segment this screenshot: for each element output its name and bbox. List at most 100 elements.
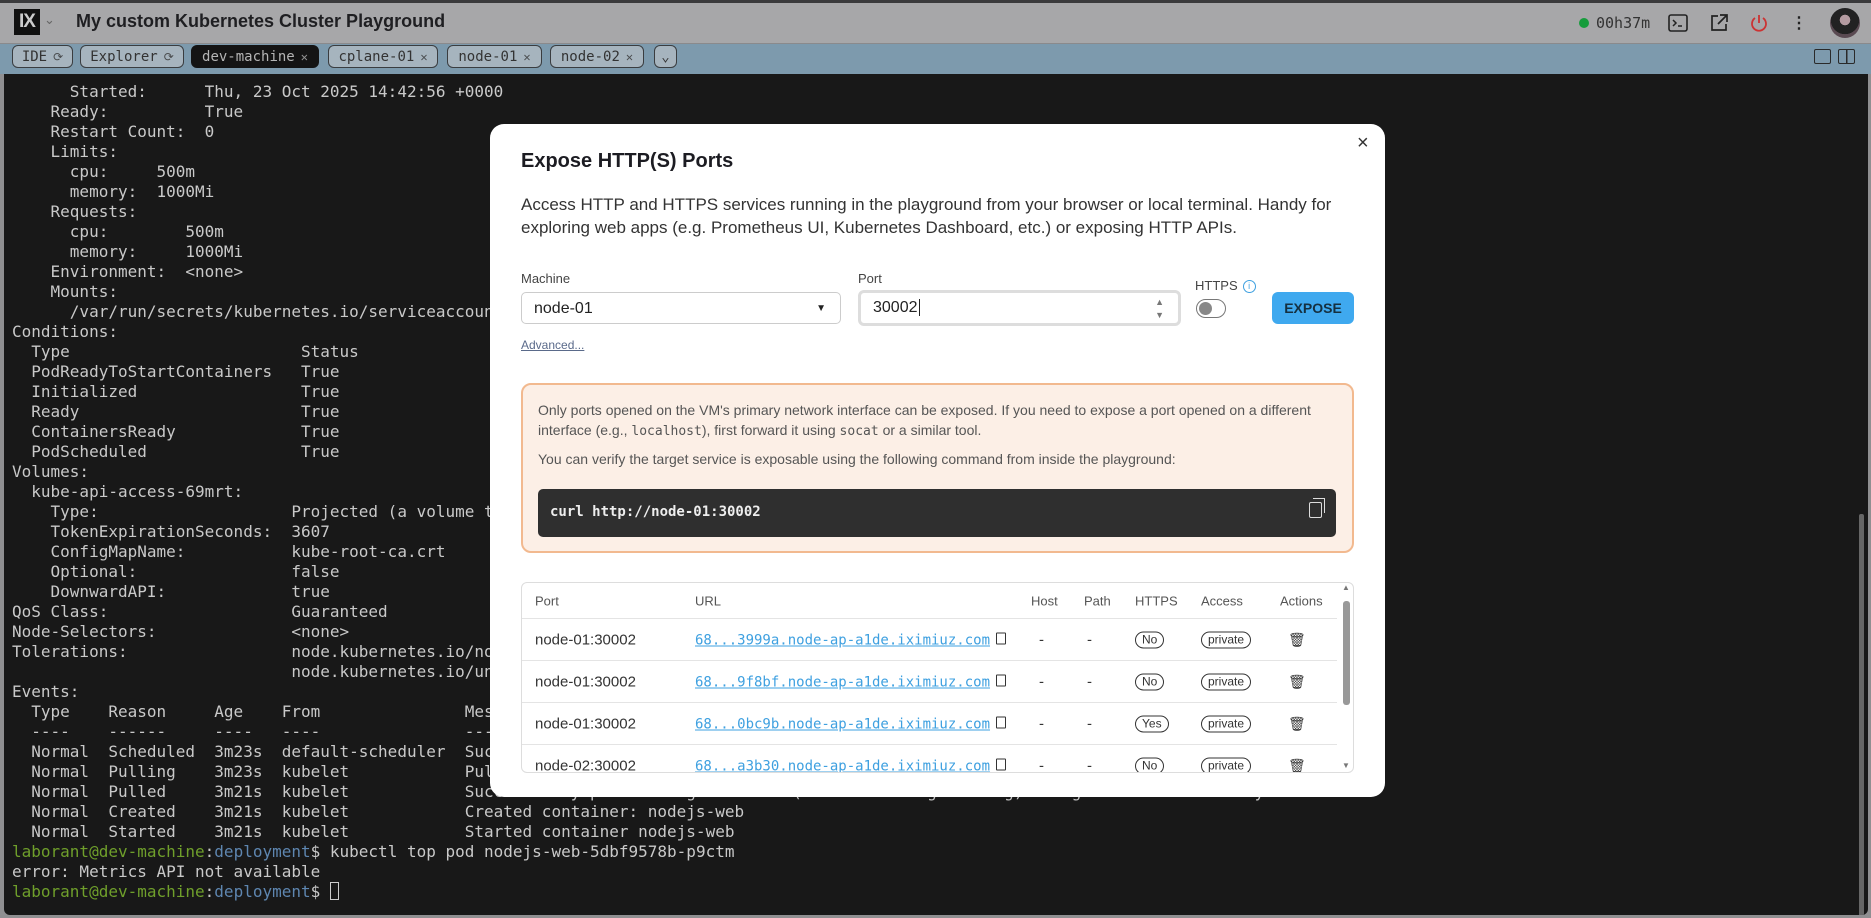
machine-select[interactable]: node-01 ▼	[521, 292, 841, 324]
terminal-line: Limits:	[12, 142, 118, 161]
url-link[interactable]: 68...0bc9b.node-ap-a1de.iximiuz.com	[695, 716, 990, 732]
trash-icon[interactable]: 🗑	[1288, 673, 1306, 690]
copy-icon[interactable]	[1309, 498, 1325, 518]
terminal-line: Restart Count: 0	[12, 122, 215, 141]
table-row: node-01:30002 68...9f8bf.node-ap-a1de.ixi…	[522, 661, 1337, 703]
terminal-line: ContainersReady True	[12, 422, 340, 441]
terminal-icon[interactable]	[1667, 12, 1689, 34]
close-icon[interactable]: ✕	[626, 50, 633, 64]
close-icon[interactable]: ×	[1357, 132, 1369, 155]
terminal-line: Volumes:	[12, 462, 90, 481]
external-link-icon[interactable]	[1708, 12, 1730, 34]
terminal-line: kube-api-access-69mrt:	[12, 482, 244, 501]
access-badge: private	[1201, 631, 1252, 648]
tab-label: node-02	[560, 48, 620, 65]
https-badge: Yes	[1135, 715, 1169, 732]
tab-dev-machine[interactable]: dev-machine ✕	[191, 45, 319, 68]
tab-node-02[interactable]: node-02 ✕	[550, 45, 644, 68]
url-cell: 68...3999a.node-ap-a1de.iximiuz.com	[695, 631, 1007, 648]
terminal-line: Type Status	[12, 342, 359, 361]
tab-ide[interactable]: IDE ⟳	[12, 45, 73, 68]
access-badge: private	[1201, 673, 1252, 690]
tab-cplane-01[interactable]: cplane-01 ✕	[328, 45, 438, 68]
https-badge: No	[1135, 631, 1165, 648]
table-header: Port URL Host Path HTTPS Access Actions	[522, 583, 1337, 619]
copy-icon[interactable]	[996, 716, 1007, 728]
copy-icon[interactable]	[996, 674, 1007, 686]
host-cell: -	[1039, 673, 1044, 690]
terminal-line: TokenExpirationSeconds: 3607	[12, 522, 330, 541]
column-header: Path	[1084, 593, 1111, 608]
terminal-line: Node-Selectors: <none>	[12, 622, 350, 641]
trash-icon[interactable]: 🗑	[1288, 715, 1306, 732]
prompt-user: laborant@dev-machine	[12, 842, 205, 861]
https-badge: No	[1135, 757, 1165, 772]
info-icon[interactable]: i	[1242, 280, 1256, 293]
logo[interactable]: IX	[14, 9, 40, 35]
exposed-ports-table: Port URL Host Path HTTPS Access Actions …	[521, 582, 1354, 773]
column-header: Actions	[1280, 593, 1323, 608]
machine-label: Machine	[521, 271, 571, 286]
column-header: HTTPS	[1135, 593, 1178, 608]
more-menu-icon[interactable]: ⋮	[1788, 12, 1810, 34]
path-cell: -	[1087, 631, 1092, 648]
prompt-user: laborant@dev-machine	[12, 882, 205, 901]
port-value: 30002	[873, 299, 918, 316]
table-row: node-02:30002 68...a3b30.node-ap-a1de.ixi…	[522, 745, 1337, 773]
port-cell: node-01:30002	[535, 715, 636, 732]
avatar[interactable]	[1830, 8, 1860, 38]
window-layout-icon[interactable]	[1814, 49, 1831, 64]
tab-explorer[interactable]: Explorer ⟳	[80, 45, 184, 68]
url-link[interactable]: 68...3999a.node-ap-a1de.iximiuz.com	[695, 632, 990, 648]
tab-bar: IDE ⟳ Explorer ⟳ dev-machine ✕ cplane-01 ✕ n…	[0, 44, 1871, 74]
port-input[interactable]: 30002 ▲ ▼	[858, 290, 1181, 326]
refresh-icon[interactable]: ⟳	[53, 50, 63, 64]
terminal-line: Optional: false	[12, 562, 340, 581]
power-icon[interactable]	[1748, 12, 1770, 34]
chevron-down-icon[interactable]: ⌄	[44, 12, 55, 28]
https-label: HTTPS i	[1195, 278, 1256, 293]
host-cell: -	[1039, 715, 1044, 732]
dialog-description: Access HTTP and HTTPS services running i…	[521, 195, 1332, 237]
split-view-icon[interactable]	[1838, 49, 1855, 64]
terminal-line: cpu: 500m	[12, 162, 196, 181]
table-scrollbar[interactable]: ▲ ▼	[1339, 583, 1353, 772]
status-dot-icon	[1579, 18, 1589, 28]
path-cell: -	[1087, 757, 1092, 773]
prompt-dir: deployment	[214, 882, 311, 901]
advanced-link[interactable]: Advanced...	[521, 338, 584, 352]
copy-icon[interactable]	[996, 632, 1007, 644]
close-icon[interactable]: ✕	[523, 50, 530, 64]
https-toggle[interactable]	[1196, 299, 1226, 318]
url-cell: 68...0bc9b.node-ap-a1de.iximiuz.com	[695, 715, 1007, 732]
terminal-line: Normal Started 3m21s kubelet Started con…	[12, 822, 735, 841]
command: kubectl top pod nodejs-web-5dbf9578b-p9c…	[329, 842, 735, 861]
tabs-overflow-button[interactable]: ⌄	[654, 45, 677, 68]
close-icon[interactable]: ✕	[301, 50, 308, 64]
host-cell: -	[1039, 631, 1044, 648]
expose-button[interactable]: EXPOSE	[1272, 292, 1354, 324]
expose-ports-dialog: × Expose HTTP(S) Ports Access HTTP and H…	[490, 124, 1385, 797]
terminal-line: ---- ------ ---- ---- -------	[12, 722, 533, 741]
terminal-line: Normal Created 3m21s kubelet Created con…	[12, 802, 745, 821]
refresh-icon[interactable]: ⟳	[164, 50, 174, 64]
machine-value: node-01	[534, 300, 593, 317]
url-link[interactable]: 68...a3b30.node-ap-a1de.iximiuz.com	[695, 758, 990, 772]
dialog-title: Expose HTTP(S) Ports	[521, 150, 734, 172]
chevron-down-icon: ⌄	[661, 48, 670, 65]
session-timer: 00h37m	[1596, 14, 1651, 32]
terminal-line: Ready True	[12, 402, 340, 421]
stepper-icon[interactable]: ▲ ▼	[1155, 296, 1164, 322]
terminal-line: DownwardAPI: true	[12, 582, 330, 601]
url-link[interactable]: 68...9f8bf.node-ap-a1de.iximiuz.com	[695, 674, 990, 690]
playground-title: My custom Kubernetes Cluster Playground	[76, 11, 446, 31]
trash-icon[interactable]: 🗑	[1288, 631, 1306, 648]
close-icon[interactable]: ✕	[420, 50, 427, 64]
tab-node-01[interactable]: node-01 ✕	[447, 45, 542, 68]
terminal-scrollbar[interactable]	[1858, 74, 1866, 915]
trash-icon[interactable]: 🗑	[1288, 757, 1306, 772]
warning-text: Only ports opened on the VM's primary ne…	[538, 402, 1311, 439]
cursor	[329, 882, 339, 900]
copy-icon[interactable]	[996, 758, 1007, 770]
port-cell: node-01:30002	[535, 673, 636, 690]
